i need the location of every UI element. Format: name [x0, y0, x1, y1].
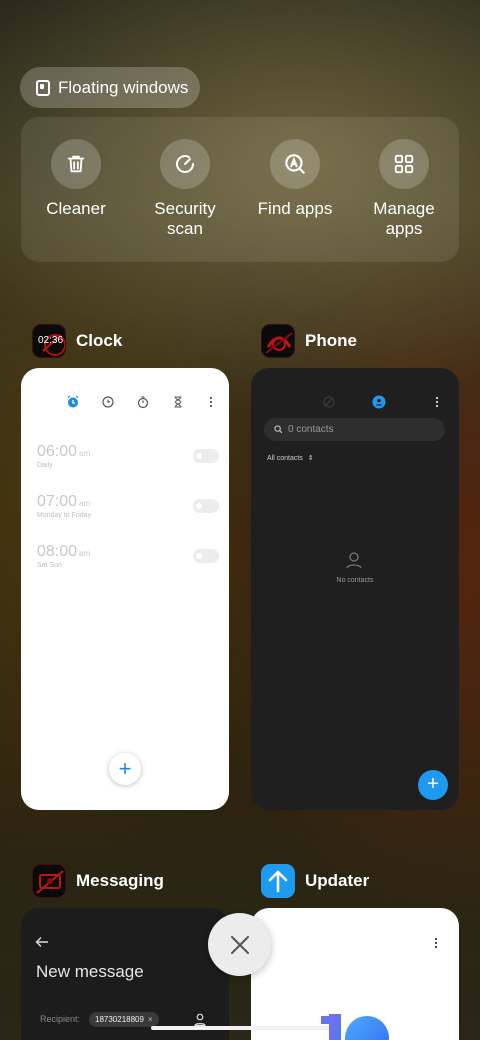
add-contact-button[interactable]: + [418, 770, 448, 800]
security-scan-label-line2: scan [167, 219, 203, 238]
alarm-ampm: am [79, 449, 91, 458]
recipient-chip[interactable]: 18730218809 × [89, 1012, 159, 1027]
clock-app-icon: 02:36 [32, 324, 66, 358]
world-clock-tab-icon[interactable] [101, 395, 115, 409]
floating-windows-label: Floating windows [58, 77, 189, 97]
quick-tools-panel: Cleaner Security scan Find apps Manage a… [21, 117, 459, 262]
updater-app-card[interactable] [251, 908, 459, 1040]
alarm-repeat: Monday to Friday [37, 512, 92, 519]
trash-icon [51, 139, 101, 189]
alarm-toggle[interactable] [193, 549, 219, 563]
search-icon [274, 425, 283, 434]
miui-version-logo [321, 1014, 389, 1040]
home-indicator[interactable] [151, 1026, 329, 1030]
alarm-item[interactable]: 07:00 am Monday to Friday [37, 493, 219, 519]
clock-tab-bar [66, 395, 216, 409]
clock-app-header[interactable]: 02:36 Clock [32, 324, 122, 358]
recipient-label: Recipient: [40, 1014, 81, 1024]
updater-app-icon [261, 864, 295, 898]
add-alarm-button[interactable]: + [109, 753, 141, 785]
more-options-icon[interactable] [204, 395, 218, 409]
updater-app-name: Updater [305, 871, 370, 890]
new-message-title: New message [36, 962, 144, 981]
floating-window-icon [36, 79, 50, 96]
alarm-time: 07:00 [37, 493, 78, 510]
contacts-filter-label: All contacts [267, 454, 303, 462]
person-icon [346, 552, 362, 569]
more-options-icon[interactable] [430, 936, 442, 950]
messaging-app-icon [32, 864, 66, 898]
security-scan-icon [160, 139, 210, 189]
sort-arrows-icon: ⇕ [307, 455, 314, 462]
stopwatch-tab-icon[interactable] [136, 395, 150, 409]
messaging-app-name: Messaging [76, 871, 164, 890]
alarm-item[interactable]: 06:00 am Daily [37, 443, 219, 469]
alarm-ampm: am [79, 549, 91, 558]
phone-app-card[interactable]: 0 contacts All contacts ⇕ No contacts + [251, 368, 459, 810]
close-icon [230, 935, 249, 954]
no-contacts-text: No contacts [336, 577, 374, 584]
clock-app-icon-time: 02:36 [38, 335, 64, 346]
security-scan-label-line1: Security [154, 199, 216, 218]
contacts-filter-dropdown[interactable]: All contacts ⇕ [267, 454, 314, 463]
messaging-app-card[interactable]: New message Recipient: 18730218809 × [21, 908, 229, 1040]
contacts-tab-icon[interactable] [372, 395, 386, 409]
clock-app-name: Clock [76, 331, 123, 350]
clock-app-card[interactable]: 06:00 am Daily 07:00 am Monday to Friday 0… [21, 368, 229, 810]
cleaner-button[interactable]: Cleaner [21, 139, 131, 219]
alarm-tab-icon[interactable] [66, 395, 80, 409]
alarm-repeat: Daily [37, 462, 53, 469]
updater-app-header[interactable]: Updater [261, 864, 369, 898]
security-scan-button[interactable]: Security scan [130, 139, 240, 239]
alarm-item[interactable]: 08:00 am Sat Sun [37, 543, 219, 569]
manage-apps-button[interactable]: Manage apps [349, 139, 459, 239]
find-apps-button[interactable]: Find apps [240, 139, 350, 219]
cleaner-label: Cleaner [46, 199, 106, 218]
remove-recipient-icon[interactable]: × [148, 1015, 153, 1024]
contacts-search-input[interactable]: 0 contacts [264, 418, 445, 441]
alarm-toggle[interactable] [193, 499, 219, 513]
phone-app-icon [261, 324, 295, 358]
back-arrow-icon[interactable] [35, 936, 49, 948]
messaging-app-header[interactable]: Messaging [32, 864, 164, 898]
alarm-toggle[interactable] [193, 449, 219, 463]
find-apps-icon [270, 139, 320, 189]
phone-app-name: Phone [305, 331, 357, 350]
clear-all-button[interactable] [208, 913, 271, 976]
alarm-time: 08:00 [37, 543, 78, 560]
alarm-time: 06:00 [37, 443, 78, 460]
alarm-ampm: am [79, 499, 91, 508]
find-apps-label: Find apps [257, 199, 333, 218]
timer-tab-icon[interactable] [171, 395, 185, 409]
contacts-search-placeholder: 0 contacts [288, 424, 334, 435]
alarm-repeat: Sat Sun [37, 562, 62, 569]
more-options-icon[interactable] [430, 395, 444, 409]
floating-windows-button[interactable]: Floating windows [20, 67, 200, 108]
recents-tab-icon[interactable] [322, 395, 336, 409]
recipient-chip-number: 18730218809 [95, 1015, 144, 1024]
manage-apps-label-line1: Manage [373, 199, 435, 218]
manage-apps-label-line2: apps [385, 219, 423, 238]
add-contact-icon[interactable] [194, 1013, 206, 1026]
grid-icon [379, 139, 429, 189]
phone-app-header[interactable]: Phone [261, 324, 357, 358]
